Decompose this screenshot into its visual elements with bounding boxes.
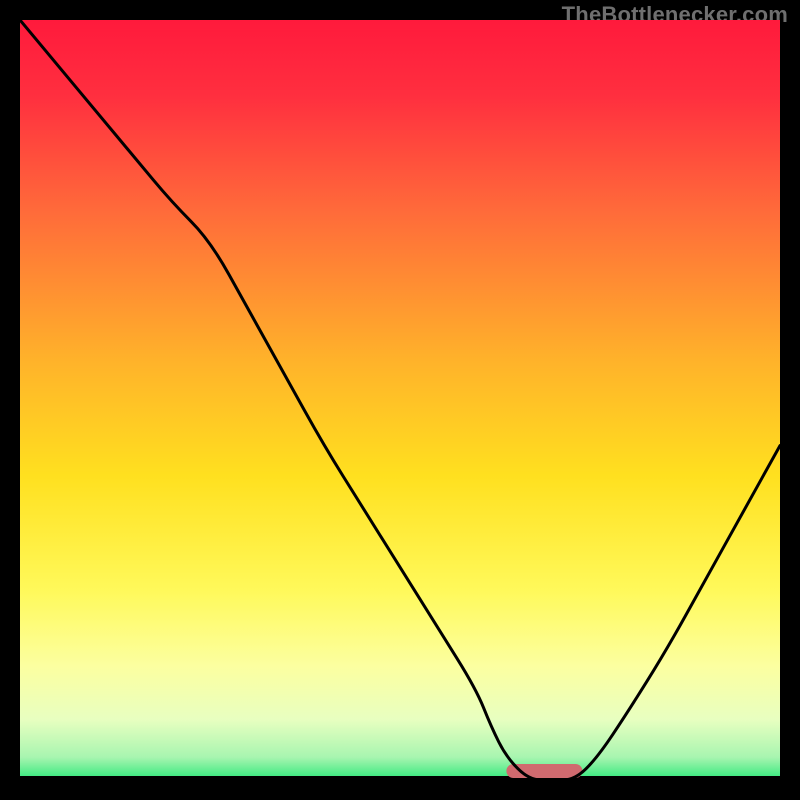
gradient-background xyxy=(20,20,780,780)
optimum-marker xyxy=(506,764,582,778)
chart-svg xyxy=(20,20,780,780)
baseline xyxy=(20,776,780,780)
chart-plot-area xyxy=(20,20,780,780)
outer-frame: TheBottlenecker.com xyxy=(0,0,800,800)
